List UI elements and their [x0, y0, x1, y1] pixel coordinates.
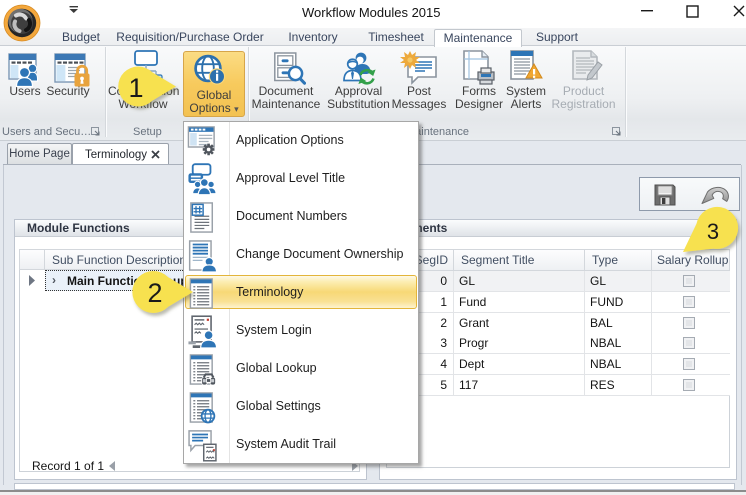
- svg-text:3: 3: [707, 219, 719, 244]
- svg-text:2: 2: [147, 278, 162, 308]
- svg-text:1: 1: [128, 73, 143, 103]
